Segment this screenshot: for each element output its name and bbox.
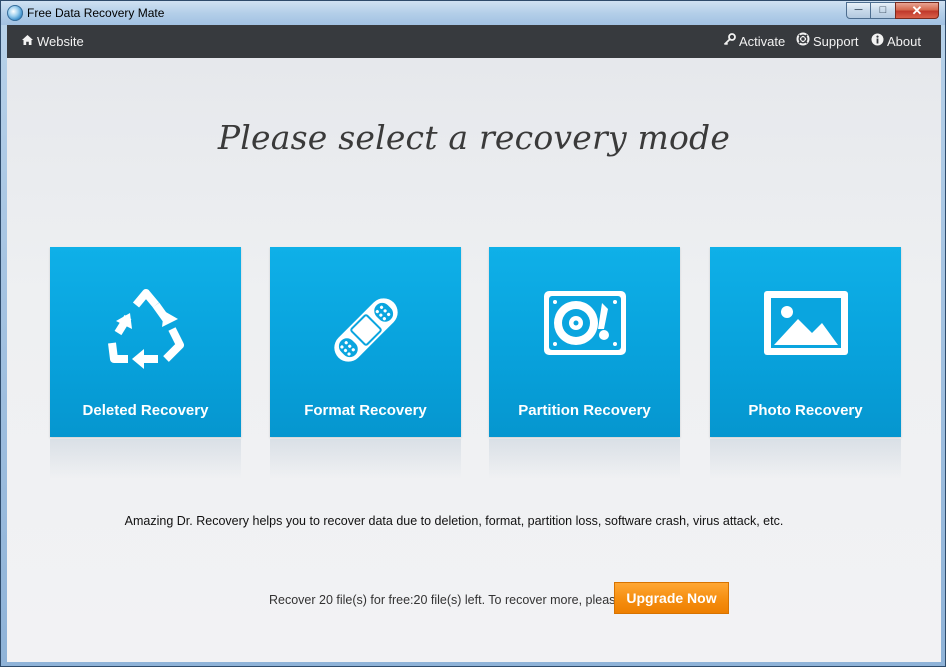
nav-activate[interactable]: Activate bbox=[723, 25, 785, 58]
nav-support[interactable]: Support bbox=[796, 25, 859, 58]
mode-label: Photo Recovery bbox=[748, 402, 863, 419]
mode-tile-format-recovery[interactable]: Format Recovery bbox=[270, 247, 461, 437]
info-icon bbox=[871, 25, 884, 58]
app-logo-icon bbox=[7, 5, 23, 21]
tile-reflection bbox=[489, 439, 680, 479]
tile-reflection bbox=[710, 439, 901, 479]
hard-drive-icon bbox=[543, 291, 626, 355]
mode-label: Partition Recovery bbox=[518, 402, 651, 419]
nav-support-label: Support bbox=[813, 34, 859, 49]
mode-tile-deleted-recovery[interactable]: Deleted Recovery bbox=[50, 247, 241, 437]
window-title: Free Data Recovery Mate bbox=[27, 6, 165, 20]
main-content: Please select a recovery mode Deleted Re… bbox=[7, 58, 941, 662]
page-title: Please select a recovery mode bbox=[217, 118, 731, 157]
nav-website[interactable]: Website bbox=[21, 25, 84, 58]
home-icon bbox=[21, 25, 34, 58]
title-bar[interactable]: Free Data Recovery Mate ─ □ ✕ bbox=[1, 1, 945, 25]
mode-label: Format Recovery bbox=[304, 402, 427, 419]
maximize-button[interactable]: □ bbox=[870, 2, 896, 19]
nav-website-label: Website bbox=[37, 34, 84, 49]
close-button[interactable]: ✕ bbox=[895, 2, 939, 19]
mode-label: Deleted Recovery bbox=[82, 402, 209, 419]
bandage-icon bbox=[333, 298, 398, 362]
mode-tile-photo-recovery[interactable]: Photo Recovery bbox=[710, 247, 901, 437]
lifebuoy-icon bbox=[796, 25, 810, 58]
nav-activate-label: Activate bbox=[739, 34, 786, 49]
nav-about-label: About bbox=[887, 34, 921, 49]
recycle-icon bbox=[107, 289, 184, 369]
window-controls: ─ □ ✕ bbox=[846, 2, 939, 19]
upgrade-now-button[interactable]: Upgrade Now bbox=[614, 582, 729, 614]
nav-about[interactable]: About bbox=[871, 25, 921, 58]
photo-icon bbox=[763, 291, 848, 355]
minimize-button[interactable]: ─ bbox=[846, 2, 871, 19]
tile-reflection bbox=[270, 439, 461, 479]
description-text: Amazing Dr. Recovery helps you to recove… bbox=[124, 514, 784, 528]
mode-tile-partition-recovery[interactable]: Partition Recovery bbox=[489, 247, 680, 437]
free-quota-text: Recover 20 file(s) for free:20 file(s) l… bbox=[269, 593, 623, 607]
key-icon bbox=[723, 25, 736, 58]
top-nav: Website Activate Support About bbox=[7, 25, 941, 58]
app-window: Free Data Recovery Mate ─ □ ✕ Website Ac… bbox=[0, 0, 946, 667]
tile-reflection bbox=[50, 439, 241, 479]
